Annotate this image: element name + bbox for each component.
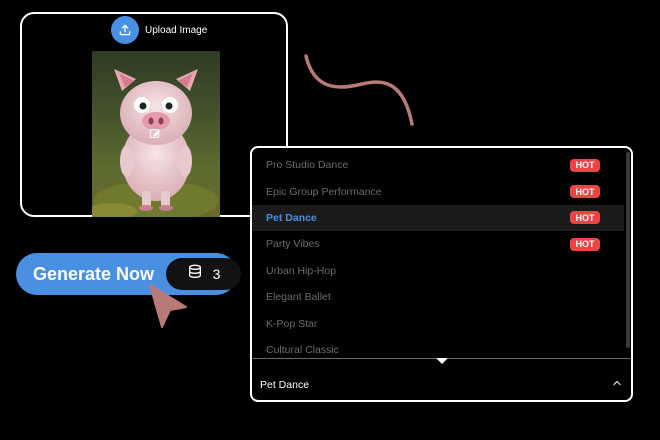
selected-style-field[interactable]: Pet Dance: [252, 368, 631, 400]
list-item[interactable]: Urban Hip-Hop: [252, 258, 624, 284]
list-item-label: Cultural Classic: [266, 343, 339, 356]
list-item[interactable]: Elegant Ballet: [252, 284, 624, 310]
dance-style-dropdown[interactable]: Pro Studio Dance HOT Epic Group Performa…: [250, 146, 633, 402]
list-item[interactable]: Epic Group Performance HOT: [252, 178, 624, 204]
list-item-label: Elegant Ballet: [266, 291, 331, 304]
scrollbar[interactable]: [626, 152, 630, 348]
hot-badge: HOT: [570, 185, 600, 199]
upload-button[interactable]: Upload Image: [111, 16, 207, 44]
generate-now-label: Generate Now: [33, 263, 155, 284]
list-item-label: Pet Dance: [266, 211, 317, 224]
list-item[interactable]: K-Pop Star: [252, 310, 624, 336]
list-item-label: Urban Hip-Hop: [266, 264, 337, 277]
pointer-cursor-icon: [149, 284, 187, 328]
list-item-selected[interactable]: Pet Dance HOT: [252, 204, 624, 232]
list-item-label: Epic Group Performance: [266, 185, 382, 198]
dance-style-list: Pro Studio Dance HOT Epic Group Performa…: [252, 152, 624, 363]
hot-badge: HOT: [570, 211, 600, 225]
list-item-label: K-Pop Star: [266, 317, 318, 330]
decorative-squiggle: [304, 54, 414, 126]
caret-down-icon: [436, 358, 448, 364]
hot-badge: HOT: [570, 237, 600, 251]
list-item-label: Pro Studio Dance: [266, 159, 349, 172]
upload-label: Upload Image: [145, 24, 208, 36]
edit-image-icon[interactable]: [149, 128, 161, 140]
list-item[interactable]: Party Vibes HOT: [252, 231, 624, 257]
database-icon: [187, 264, 203, 285]
list-item-label: Party Vibes: [266, 238, 320, 251]
hot-badge: HOT: [570, 158, 600, 172]
generate-now-button[interactable]: Generate Now 3: [16, 253, 241, 295]
upload-icon[interactable]: [111, 16, 139, 44]
chevron-up-icon[interactable]: [611, 376, 623, 394]
credits-count: 3: [212, 266, 221, 282]
selected-value: Pet Dance: [260, 379, 310, 391]
list-item[interactable]: Pro Studio Dance HOT: [252, 152, 624, 178]
upload-card[interactable]: Upload Image: [20, 12, 288, 217]
